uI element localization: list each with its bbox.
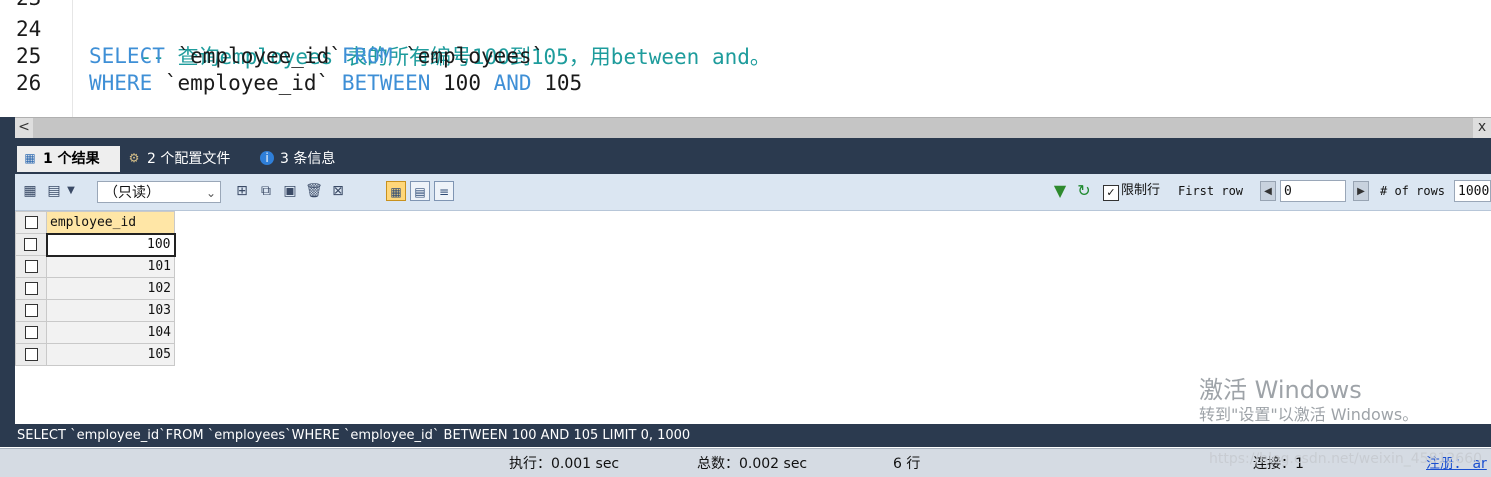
sql-identifier: `employees`	[392, 44, 545, 68]
grid-header-row: employee_id	[15, 211, 175, 234]
profile-icon: ⚙	[128, 151, 140, 165]
horizontal-scrollbar[interactable]: < x	[15, 117, 1491, 138]
discard-changes-icon[interactable]: ⊠	[329, 182, 347, 200]
row-checkbox[interactable]	[15, 299, 47, 322]
watermark-title: 激活 Windows	[1199, 376, 1362, 404]
select-all-checkbox[interactable]	[15, 211, 47, 234]
sql-keyword: AND	[493, 71, 532, 95]
line-number: 24	[16, 17, 42, 41]
table-row[interactable]: 105	[15, 343, 175, 366]
tab-label: 3 条信息	[280, 151, 336, 167]
grid-view-button[interactable]: ▦	[386, 181, 406, 201]
table-row[interactable]: 104	[15, 321, 175, 344]
grid-icon: ▦	[24, 151, 36, 165]
scroll-left-button[interactable]: <	[15, 118, 33, 138]
scroll-right-button[interactable]: x	[1473, 118, 1491, 138]
text-view-button[interactable]: ≡	[434, 181, 454, 201]
table-row[interactable]: 101	[15, 255, 175, 278]
watermark-subtitle: 转到"设置"以激活 Windows。	[1199, 405, 1419, 424]
tab-messages[interactable]: i 3 条信息	[254, 146, 358, 172]
row-checkbox[interactable]	[15, 233, 47, 256]
column-header[interactable]: employee_id	[46, 211, 175, 234]
rows-count-input[interactable]: 1000	[1454, 180, 1491, 202]
sql-number: 105	[531, 71, 583, 95]
table-cell[interactable]: 103	[46, 299, 175, 322]
table-cell[interactable]: 102	[46, 277, 175, 300]
table-row[interactable]: 100	[15, 232, 176, 257]
sql-number: 100	[430, 71, 494, 95]
sql-identifier: `employee_id`	[152, 71, 342, 95]
chevron-down-icon: ⌄	[205, 186, 216, 200]
table-row[interactable]: 103	[15, 299, 175, 322]
row-checkbox[interactable]	[15, 343, 47, 366]
sql-keyword: FROM	[341, 44, 393, 68]
row-checkbox[interactable]	[15, 321, 47, 344]
tab-results[interactable]: ▦ 1 个结果	[17, 146, 120, 172]
table-row[interactable]: 102	[15, 277, 175, 300]
export-grid-icon[interactable]: ▦	[21, 182, 39, 200]
next-page-icon[interactable]: ▶	[1353, 181, 1369, 201]
first-row-input[interactable]: 0	[1280, 180, 1346, 202]
duplicate-row-icon[interactable]: ⧉	[257, 182, 275, 200]
line-number: 25	[16, 44, 42, 68]
prev-page-icon[interactable]: ◀	[1260, 181, 1276, 201]
table-cell[interactable]: 100	[45, 232, 176, 257]
info-icon: i	[260, 151, 274, 165]
sql-identifier: `employee_id`	[164, 44, 342, 68]
executed-query-bar: SELECT `employee_id`FROM `employees`WHER…	[0, 424, 1491, 447]
result-toolbar: ▦ ▤ ▼ （只读） ⌄ ⊞ ⧉ ▣ 🗑 ⊠ ▦ ▤ ≡ ▼ ↻ ✓ 限制行 F…	[15, 174, 1491, 211]
table-cell[interactable]: 101	[46, 255, 175, 278]
row-checkbox[interactable]	[15, 277, 47, 300]
code-line-26[interactable]: WHERE `employee_id` BETWEEN 100 AND 105	[89, 71, 582, 95]
add-row-icon[interactable]: ⊞	[233, 182, 251, 200]
row-checkbox[interactable]	[15, 255, 47, 278]
sql-keyword: WHERE	[89, 71, 153, 95]
tab-label: 2 个配置文件	[147, 151, 231, 167]
total-time: 总数：0.002 sec	[697, 456, 808, 472]
limit-rows-label: 限制行	[1121, 183, 1161, 198]
refresh-icon[interactable]: ↻	[1075, 182, 1093, 200]
import-grid-icon[interactable]: ▤	[45, 182, 63, 200]
rows-count-label: # of rows	[1380, 184, 1446, 198]
result-tabs: ▦ 1 个结果 ⚙ 2 个配置文件 i 3 条信息	[15, 138, 1491, 174]
activation-watermark: 激活 Windows 转到"设置"以激活 Windows。	[1199, 375, 1418, 425]
table-cell[interactable]: 105	[46, 343, 175, 366]
tab-label: 1 个结果	[43, 151, 100, 167]
row-count: 6 行	[893, 456, 921, 472]
delete-icon[interactable]: 🗑	[305, 182, 323, 200]
tab-profiles[interactable]: ⚙ 2 个配置文件	[121, 146, 251, 172]
sql-keyword: SELECT	[89, 44, 165, 68]
table-cell[interactable]: 104	[46, 321, 175, 344]
save-icon[interactable]: ▣	[281, 182, 299, 200]
csdn-watermark: https://blog.csdn.net/weixin_45812660	[1209, 451, 1483, 467]
left-panel-edge	[0, 117, 15, 445]
result-mode-select[interactable]: （只读） ⌄	[97, 181, 221, 203]
dropdown-arrow-icon[interactable]: ▼	[65, 182, 77, 200]
filter-icon[interactable]: ▼	[1051, 182, 1069, 200]
sql-editor[interactable]: 23 24 25 26 -- 查询employees 表的所有编号100到105…	[0, 0, 1491, 117]
result-mode-value: （只读）	[104, 185, 160, 201]
sql-keyword: BETWEEN	[341, 71, 431, 95]
limit-rows-checkbox[interactable]: ✓	[1103, 185, 1119, 201]
form-view-button[interactable]: ▤	[410, 181, 430, 201]
code-line-25[interactable]: SELECT `employee_id`FROM `employees`	[89, 44, 544, 68]
result-grid: employee_id 100 101 102 103 104 105	[15, 211, 176, 366]
line-number: 26	[16, 71, 42, 95]
line-number: 23	[16, 0, 41, 10]
first-row-label: First row	[1178, 184, 1244, 198]
exec-time: 执行：0.001 sec	[509, 456, 620, 472]
